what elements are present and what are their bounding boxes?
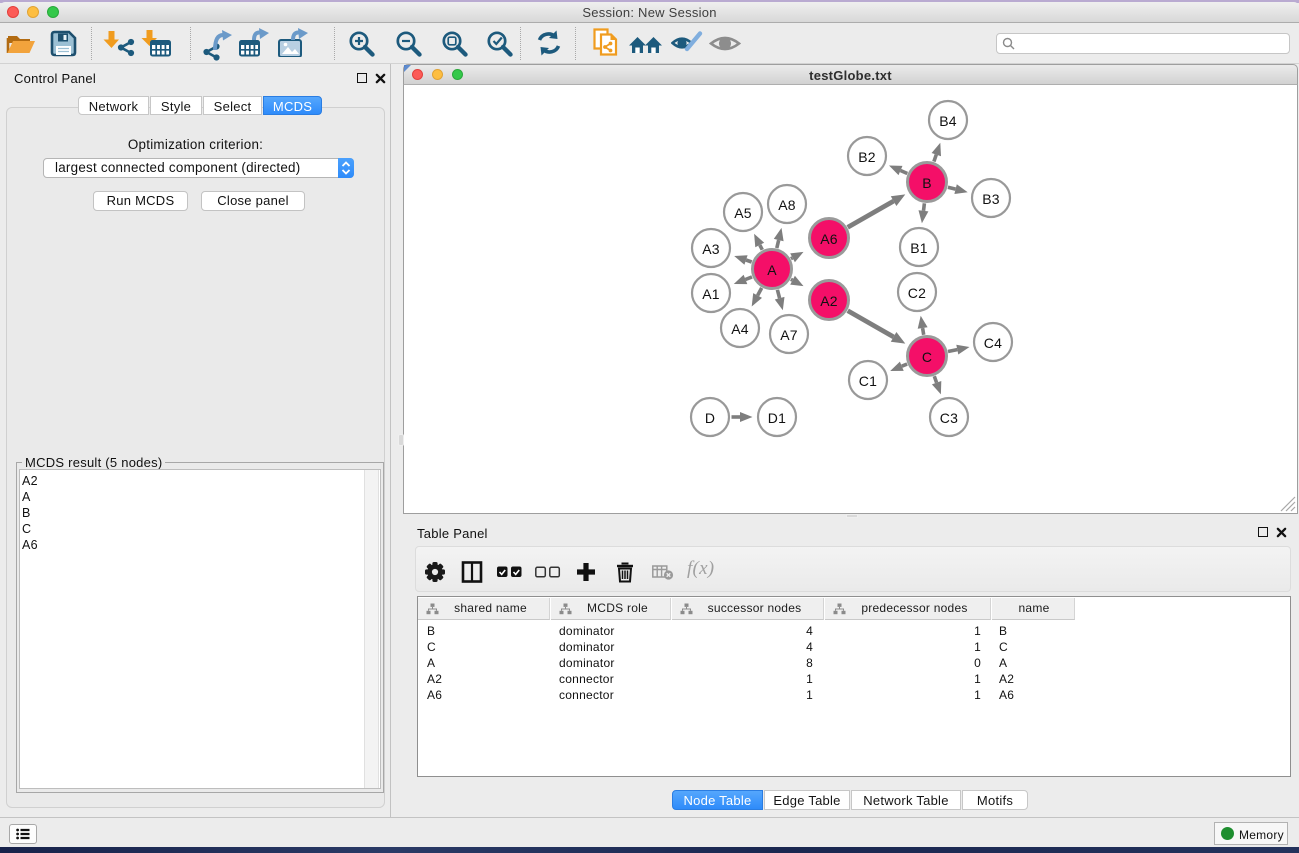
svg-text:A1: A1 (702, 286, 720, 302)
svg-text:C3: C3 (940, 410, 958, 426)
svg-text:C: C (922, 349, 932, 365)
svg-text:B4: B4 (939, 113, 957, 129)
svg-text:B2: B2 (858, 149, 876, 165)
svg-text:A4: A4 (731, 321, 749, 337)
svg-text:D1: D1 (768, 410, 786, 426)
svg-text:C4: C4 (984, 335, 1002, 351)
svg-text:C1: C1 (859, 373, 877, 389)
svg-text:A: A (767, 262, 777, 278)
svg-text:A2: A2 (820, 293, 838, 309)
svg-text:C2: C2 (908, 285, 926, 301)
svg-text:B3: B3 (982, 191, 1000, 207)
svg-text:A6: A6 (820, 231, 838, 247)
svg-text:D: D (705, 410, 715, 426)
svg-text:B1: B1 (910, 240, 928, 256)
svg-text:A7: A7 (780, 327, 798, 343)
svg-text:A3: A3 (702, 241, 720, 257)
svg-text:A8: A8 (778, 197, 796, 213)
svg-text:A5: A5 (734, 205, 752, 221)
svg-text:B: B (922, 175, 932, 191)
